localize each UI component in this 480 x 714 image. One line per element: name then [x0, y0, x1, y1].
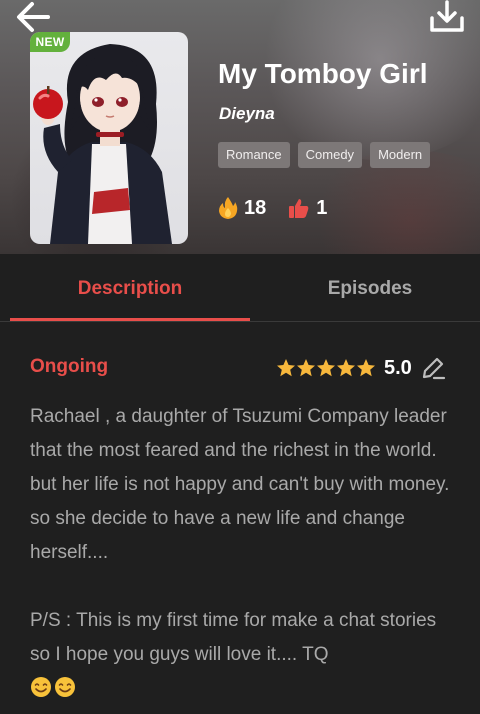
status-label: Ongoing — [30, 356, 109, 377]
download-button[interactable] — [428, 0, 466, 34]
fire-count: 18 — [244, 196, 267, 219]
tab-episodes[interactable]: Episodes — [250, 254, 480, 322]
fire-stat: 18 — [218, 196, 266, 220]
tab-bar: Description Episodes — [0, 254, 480, 322]
star-icon — [317, 359, 335, 377]
thumbs-up-icon — [289, 199, 309, 218]
rating[interactable]: 5.0 — [276, 355, 446, 381]
fire-icon — [219, 197, 238, 219]
active-tab-indicator — [10, 318, 250, 321]
book-title: My Tomboy Girl — [218, 58, 428, 89]
genre-tags: Romance Comedy Modern — [218, 142, 431, 168]
cover-image[interactable] — [30, 32, 188, 244]
star-icon — [357, 359, 375, 377]
new-badge: NEW — [30, 32, 70, 52]
genre-tag[interactable]: Romance — [218, 142, 290, 168]
description-text: Rachael , a daughter of Tsuzumi Company … — [30, 400, 460, 706]
download-icon — [430, 0, 464, 32]
cover-illustration — [33, 44, 172, 244]
emoji-row — [30, 672, 460, 706]
genre-tag[interactable]: Modern — [370, 142, 431, 168]
like-count: 1 — [316, 196, 328, 219]
rating-score: 5.0 — [384, 356, 412, 379]
edit-pencil-icon[interactable] — [420, 355, 446, 381]
back-button[interactable] — [14, 0, 54, 34]
smile-emoji-icon — [31, 677, 51, 697]
like-stat[interactable]: 1 — [288, 197, 327, 220]
back-arrow-icon — [17, 2, 50, 32]
description-paragraph: P/S : This is my first time for make a c… — [30, 604, 460, 672]
description-paragraph: Rachael , a daughter of Tsuzumi Company … — [30, 406, 450, 563]
description-paragraph-text: P/S : This is my first time for make a c… — [30, 610, 437, 665]
star-icon — [337, 359, 355, 377]
author-name[interactable]: Dieyna — [219, 104, 275, 124]
star-icon — [277, 359, 295, 377]
smile-emoji-icon — [55, 677, 75, 697]
genre-tag[interactable]: Comedy — [297, 142, 363, 168]
tab-description[interactable]: Description — [10, 254, 250, 322]
star-icon — [297, 359, 315, 377]
book-header: NEW My Tomboy Girl Dieyna Romance Comedy… — [0, 0, 480, 254]
book-stats: 18 1 — [218, 196, 349, 220]
